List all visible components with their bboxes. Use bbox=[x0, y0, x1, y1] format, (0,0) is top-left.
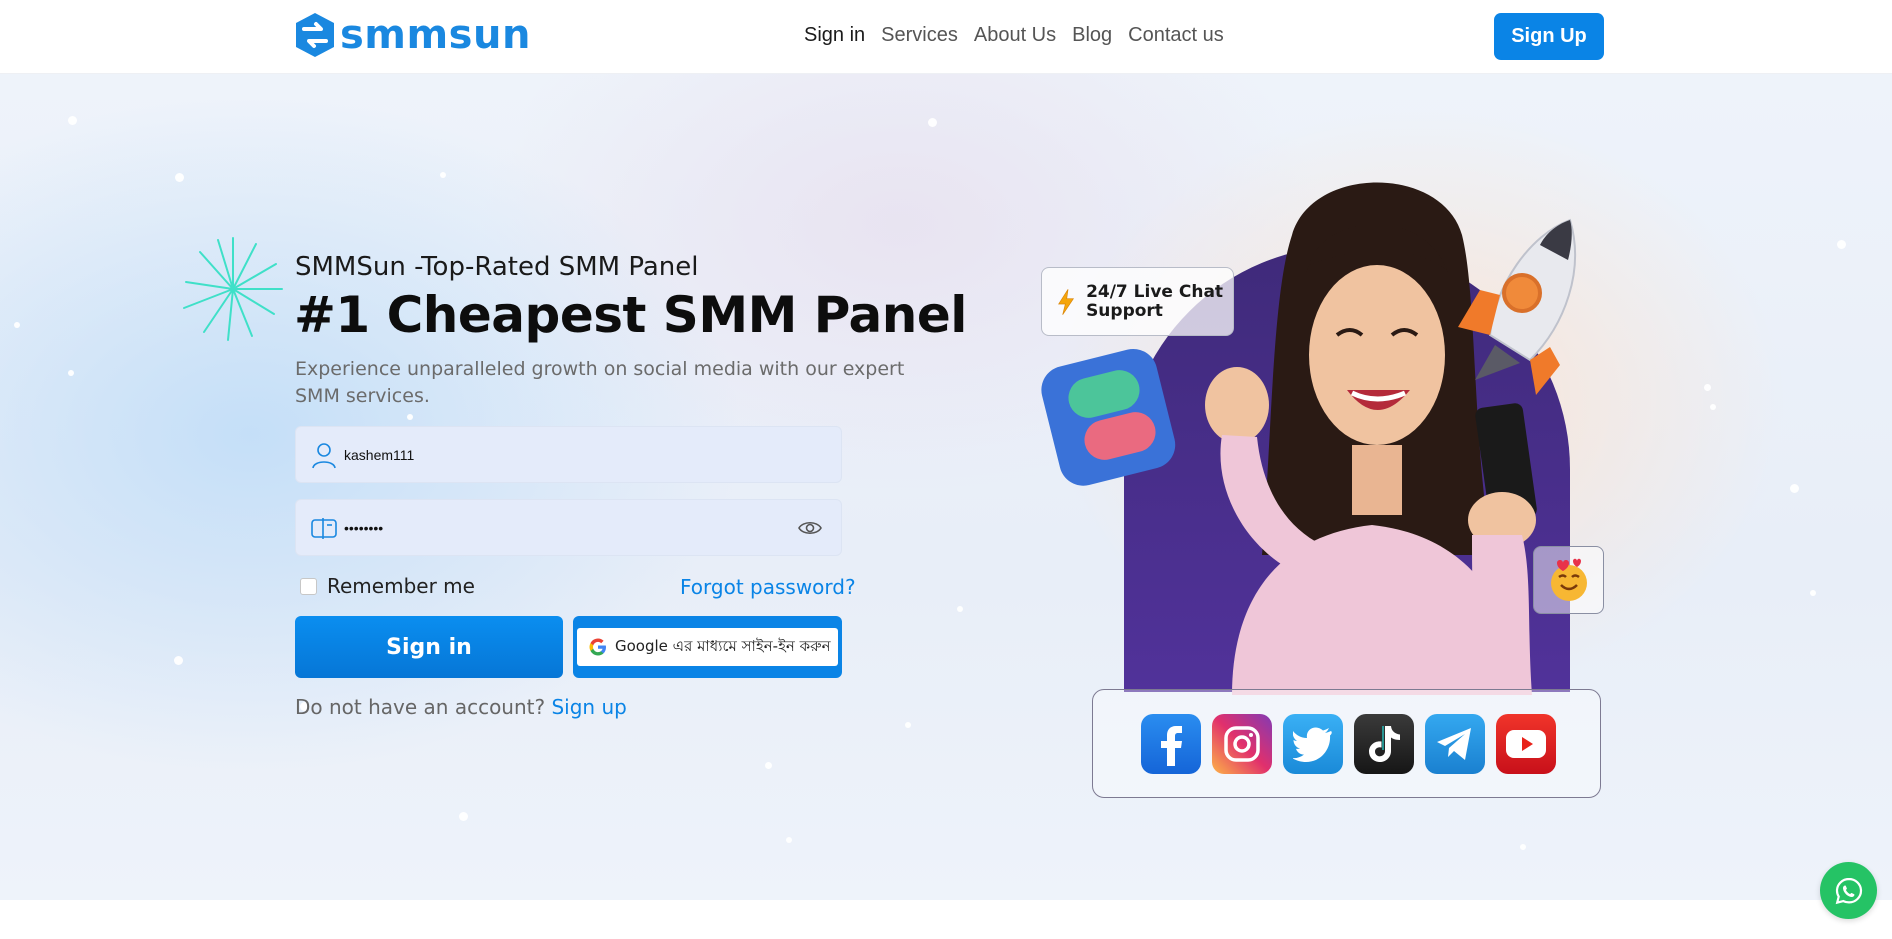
nav-services[interactable]: Services bbox=[881, 24, 958, 47]
sparkle-dot bbox=[459, 812, 468, 821]
chat-bubbles-icon bbox=[1041, 348, 1176, 486]
site-header: smmsun Sign in Services About Us Blog Co… bbox=[0, 0, 1892, 74]
nav-contact-us[interactable]: Contact us bbox=[1128, 24, 1224, 47]
social-icons-row bbox=[1141, 714, 1556, 774]
hero-description: Experience unparalleled growth on social… bbox=[295, 358, 905, 407]
sparkle-dot bbox=[928, 118, 937, 127]
google-signin-inner: Google এর মাধ্যমে সাইন-ইন করুন bbox=[577, 628, 838, 666]
sparkle-dot bbox=[68, 116, 77, 125]
twitter-icon[interactable] bbox=[1283, 714, 1343, 774]
firework-icon bbox=[183, 237, 283, 341]
google-signin-button[interactable]: Google এর মাধ্যমে সাইন-ইন করুন bbox=[573, 616, 842, 678]
sparkle-dot bbox=[407, 414, 413, 420]
sparkle-dot bbox=[68, 370, 74, 376]
signup-link[interactable]: Sign up bbox=[551, 695, 626, 719]
hero-section bbox=[0, 74, 1892, 900]
password-input[interactable] bbox=[344, 519, 797, 536]
eye-icon[interactable] bbox=[797, 515, 823, 541]
google-signin-label: Google এর মাধ্যমে সাইন-ইন করুন bbox=[615, 636, 831, 655]
header-signup-button[interactable]: Sign Up bbox=[1494, 13, 1604, 60]
signin-button[interactable]: Sign in bbox=[295, 616, 563, 678]
live-chat-badge: 24/7 Live Chat Support bbox=[1041, 267, 1234, 336]
password-icon bbox=[311, 517, 337, 539]
sparkle-dot bbox=[1790, 484, 1799, 493]
hero-title: #1 Cheapest SMM Panel bbox=[294, 286, 967, 344]
username-input[interactable] bbox=[344, 446, 841, 463]
sparkle-dot bbox=[14, 322, 20, 328]
youtube-icon[interactable] bbox=[1496, 714, 1556, 774]
user-icon bbox=[312, 442, 336, 468]
logo-text: smmsun bbox=[340, 12, 531, 58]
lightning-bolt-icon bbox=[1058, 288, 1075, 315]
social-icons-panel bbox=[1092, 689, 1601, 798]
remember-checkbox[interactable] bbox=[300, 577, 317, 595]
instagram-icon[interactable] bbox=[1212, 714, 1272, 774]
password-field[interactable] bbox=[295, 499, 842, 556]
facebook-icon[interactable] bbox=[1141, 714, 1201, 774]
no-account-text: Do not have an account? Sign up bbox=[295, 695, 627, 719]
sparkle-dot bbox=[905, 722, 911, 728]
whatsapp-icon bbox=[1835, 877, 1862, 904]
sparkle-dot bbox=[175, 173, 184, 182]
hero-subtitle: SMMSun -Top-Rated SMM Panel bbox=[295, 252, 699, 282]
hearts-face-emoji-icon bbox=[1550, 558, 1587, 601]
page-bottom bbox=[0, 900, 1892, 939]
nav-about-us[interactable]: About Us bbox=[974, 24, 1056, 47]
emoji-badge bbox=[1533, 546, 1604, 614]
rocket-icon bbox=[1458, 218, 1577, 395]
forgot-password-link[interactable]: Forgot password? bbox=[680, 575, 856, 599]
sparkle-dot bbox=[957, 606, 963, 612]
remember-label: Remember me bbox=[327, 574, 475, 598]
sparkle-dot bbox=[440, 172, 446, 178]
sparkle-dot bbox=[1810, 590, 1816, 596]
live-chat-text: 24/7 Live Chat Support bbox=[1086, 281, 1224, 321]
telegram-icon[interactable] bbox=[1425, 714, 1485, 774]
sparkle-dot bbox=[1837, 240, 1846, 249]
sparkle-dot bbox=[765, 762, 772, 769]
remember-me[interactable]: Remember me bbox=[300, 574, 475, 598]
google-icon bbox=[589, 638, 606, 656]
main-nav: Sign in Services About Us Blog Contact u… bbox=[804, 24, 1224, 47]
tiktok-icon[interactable] bbox=[1354, 714, 1414, 774]
no-account-label: Do not have an account? bbox=[295, 695, 546, 719]
sparkle-dot bbox=[1704, 384, 1711, 391]
sparkle-dot bbox=[1710, 404, 1716, 410]
username-field[interactable] bbox=[295, 426, 842, 483]
nav-sign-in[interactable]: Sign in bbox=[804, 24, 865, 47]
whatsapp-chat-button[interactable] bbox=[1820, 862, 1877, 919]
sparkle-dot bbox=[786, 837, 792, 843]
sparkle-dot bbox=[174, 656, 183, 665]
logo-icon bbox=[296, 13, 334, 57]
nav-blog[interactable]: Blog bbox=[1072, 24, 1112, 47]
sparkle-dot bbox=[1520, 844, 1526, 850]
logo[interactable]: smmsun bbox=[294, 12, 531, 58]
